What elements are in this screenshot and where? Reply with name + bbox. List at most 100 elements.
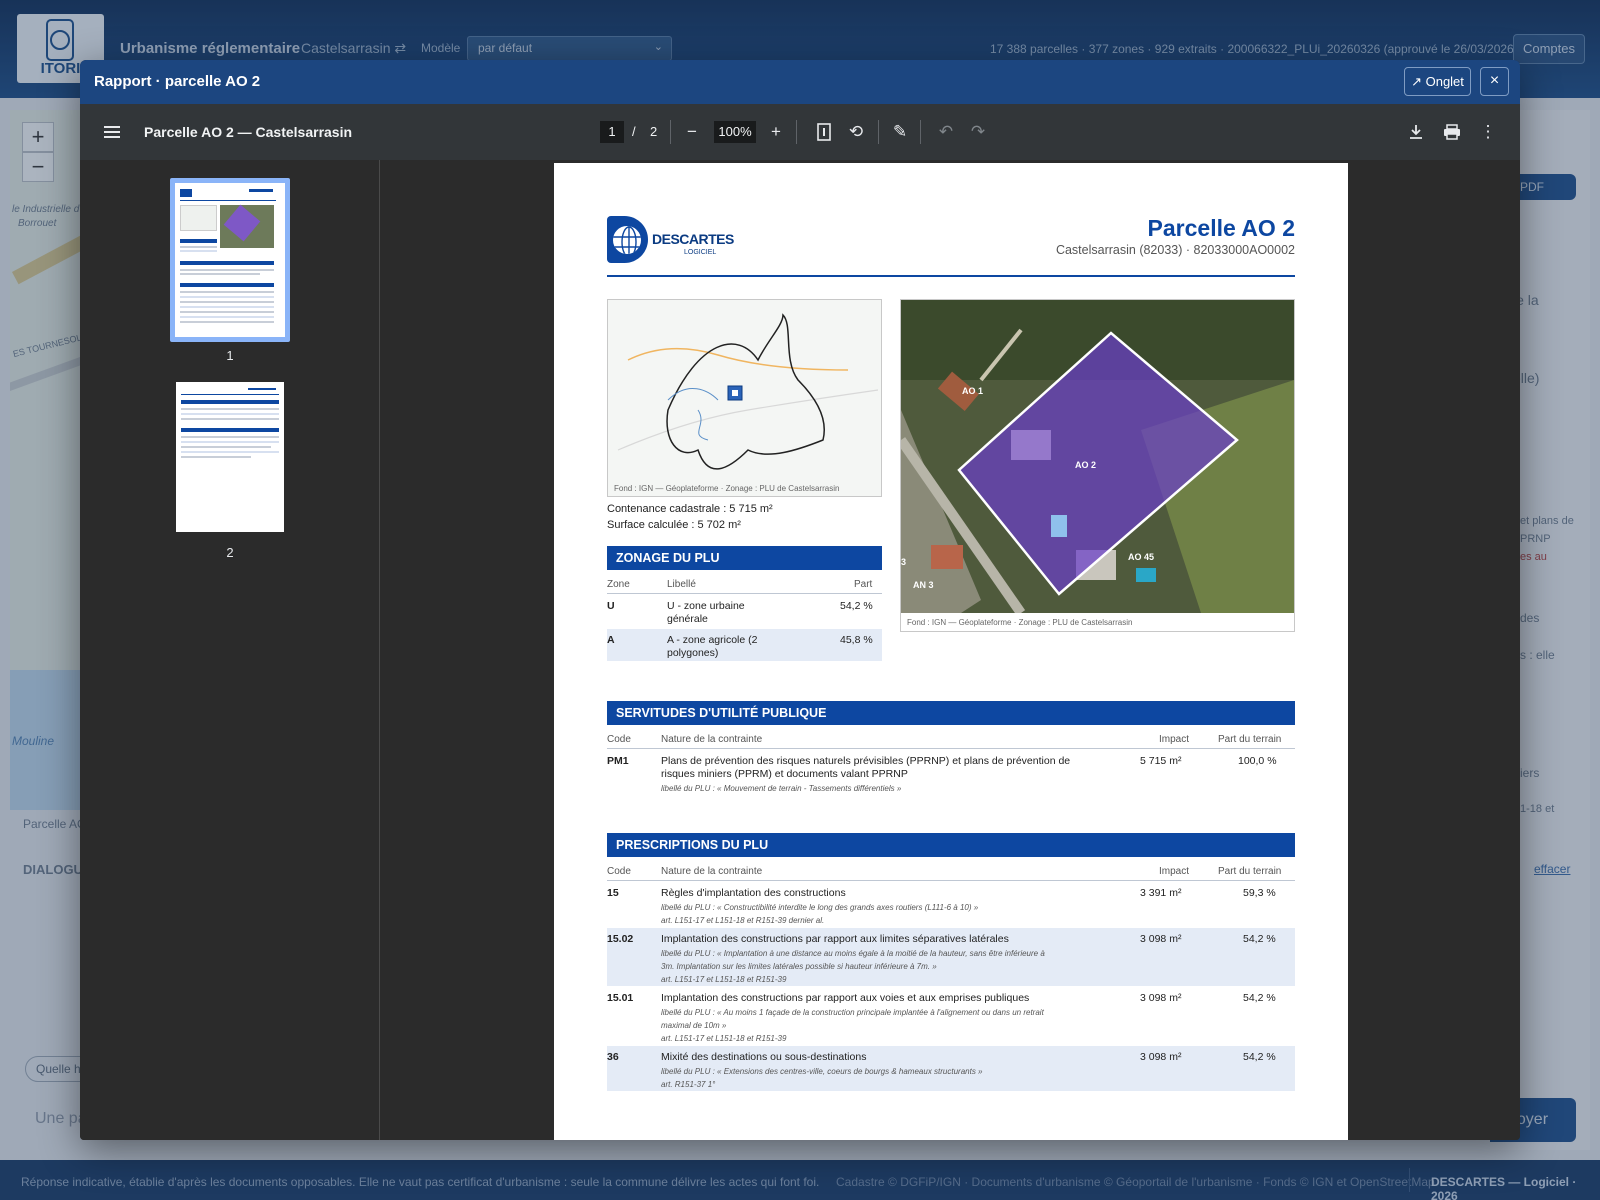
parcel-label-an3: AN 3 — [913, 580, 934, 590]
menu-icon[interactable] — [100, 120, 124, 144]
zone-code: U — [607, 600, 615, 612]
column-header: Part du terrain — [1218, 734, 1282, 745]
table-rule — [607, 593, 882, 594]
prescription-note: libellé du PLU : « Constructibilité inte… — [661, 903, 979, 912]
prescription-nature: Mixité des destinations ou sous-destinat… — [661, 1051, 867, 1063]
servitudes-heading: SERVITUDES D'UTILITÉ PUBLIQUE — [607, 701, 1295, 725]
thumbnail-preview — [175, 183, 285, 337]
print-icon[interactable] — [1440, 120, 1464, 144]
column-header: Libellé — [667, 579, 696, 590]
pdf-page-1: DESCARTES LOGICIEL Parcelle AO 2 Castels… — [554, 163, 1348, 1140]
toolbar-divider — [796, 120, 797, 144]
prescription-part: 54,2 % — [1243, 1051, 1276, 1063]
open-in-tab-button[interactable]: ↗ Onglet — [1404, 67, 1471, 96]
surface-calculee: Surface calculée : 5 702 m² — [607, 519, 741, 531]
prescription-impact: 3 391 m² — [1140, 887, 1182, 899]
column-header: Code — [607, 866, 631, 877]
zonage-heading: ZONAGE DU PLU — [607, 546, 882, 570]
prescription-note: libellé du PLU : « Au moins 1 façade de … — [661, 1008, 1044, 1030]
logo-brand: DESCARTES — [652, 231, 734, 247]
servitude-note: libellé du PLU : « Mouvement de terrain … — [661, 784, 902, 793]
thumbnail-number: 2 — [226, 545, 234, 560]
fit-page-icon[interactable] — [812, 120, 836, 144]
photo-caption: Fond : IGN — Géoplateforme · Zonage : PL… — [907, 618, 1133, 627]
column-header: Nature de la contrainte — [661, 734, 763, 745]
column-header: Zone — [607, 579, 630, 590]
zone-part: 45,8 % — [840, 634, 873, 646]
parcel-label-ao1: AO 1 — [962, 386, 984, 396]
modal-title: Rapport · parcelle AO 2 — [94, 73, 261, 90]
thumbnail-preview — [176, 382, 284, 532]
prescription-part: 54,2 % — [1243, 992, 1276, 1004]
page-number-input[interactable]: 1 — [600, 121, 624, 143]
prescription-ref: art. L151-17 et L151-18 et R151-39 — [661, 1034, 787, 1043]
modal-header: Rapport · parcelle AO 2 ↗ Onglet × — [80, 60, 1520, 104]
servitude-code: PM1 — [607, 755, 629, 767]
minus-icon[interactable]: − — [680, 120, 704, 144]
annotate-icon[interactable]: ✎ — [888, 120, 912, 144]
close-icon[interactable]: × — [1480, 67, 1509, 96]
column-header: Part du terrain — [1218, 866, 1282, 877]
zone-part: 54,2 % — [840, 600, 873, 612]
toolbar-divider — [878, 120, 879, 144]
zone-code: A — [607, 634, 615, 646]
table-rule — [607, 880, 1295, 881]
column-header: Nature de la contrainte — [661, 866, 763, 877]
table-rule — [607, 748, 1295, 749]
commune-map — [617, 313, 879, 470]
aerial-photo-frame: AO 1 AO 2 AO 45 AN 3 3 Fond : IGN — Géop… — [900, 299, 1295, 632]
aerial-photo: AO 1 AO 2 AO 45 AN 3 3 — [901, 300, 1294, 613]
prescription-impact: 3 098 m² — [1140, 992, 1182, 1004]
globe-logo-icon — [607, 216, 648, 263]
zoom-input[interactable]: 100% — [714, 121, 756, 143]
prescription-code: 15.01 — [607, 992, 634, 1004]
undo-icon[interactable]: ↶ — [934, 120, 958, 144]
prescription-part: 54,2 % — [1243, 933, 1276, 945]
servitude-impact: 5 715 m² — [1140, 755, 1182, 767]
servitude-nature: Plans de prévention des risques naturels… — [661, 755, 1071, 780]
report-title: Parcelle AO 2 — [1147, 215, 1295, 241]
pdf-document-area[interactable]: DESCARTES LOGICIEL Parcelle AO 2 Castels… — [380, 160, 1520, 1140]
prescription-nature: Règles d'implantation des constructions — [661, 887, 846, 899]
download-icon[interactable] — [1404, 120, 1428, 144]
prescription-code: 15.02 — [607, 933, 634, 945]
contenance-cadastrale: Contenance cadastrale : 5 715 m² — [607, 503, 773, 515]
locator-map: Fond : IGN — Géoplateforme · Zonage : PL… — [607, 299, 882, 497]
column-header: Part — [854, 579, 873, 590]
thumbnail-pane: 1 2 — [80, 160, 380, 1140]
thumbnail-number: 1 — [226, 348, 234, 363]
more-icon[interactable]: ⋮ — [1476, 120, 1500, 144]
prescription-ref: art. L151-17 et L151-18 et R151-39 — [661, 975, 787, 984]
plus-icon[interactable]: + — [764, 120, 788, 144]
prescriptions-heading: PRESCRIPTIONS DU PLU — [607, 833, 1295, 857]
thumbnail-page-1[interactable] — [170, 178, 290, 342]
servitude-part: 100,0 % — [1238, 755, 1277, 767]
pdf-document-title: Parcelle AO 2 — Castelsarrasin — [144, 124, 353, 140]
prescription-code: 36 — [607, 1051, 619, 1063]
map-caption: Fond : IGN — Géoplateforme · Zonage : PL… — [614, 484, 840, 493]
prescription-part: 59,3 % — [1243, 887, 1276, 899]
toolbar-divider — [670, 120, 671, 144]
prescription-code: 15 — [607, 887, 619, 899]
pdf-toolbar: Parcelle AO 2 — Castelsarrasin 1 / 2 − 1… — [80, 104, 1520, 160]
thumbnail-page-2[interactable] — [176, 382, 284, 532]
column-header: Impact — [1159, 734, 1190, 745]
toolbar-divider — [920, 120, 921, 144]
prescription-impact: 3 098 m² — [1140, 933, 1182, 945]
redo-icon[interactable]: ↷ — [966, 120, 990, 144]
page-separator: / — [632, 124, 636, 139]
prescription-ref: art. R151-37 1° — [661, 1080, 716, 1089]
zone-label: U - zone urbaine générale — [667, 600, 745, 625]
logo-subbrand: LOGICIEL — [684, 249, 717, 256]
prescription-note: libellé du PLU : « Extensions des centre… — [661, 1067, 983, 1076]
parcel-label-3: 3 — [901, 557, 907, 567]
prescription-impact: 3 098 m² — [1140, 1051, 1182, 1063]
report-modal: Rapport · parcelle AO 2 ↗ Onglet × Parce… — [80, 60, 1520, 1140]
report-subtitle: Castelsarrasin (82033) · 82033000AO0002 — [1055, 243, 1295, 257]
column-header: Impact — [1159, 866, 1190, 877]
descartes-logo: DESCARTES LOGICIEL — [607, 216, 734, 264]
prescription-ref: art. L151-17 et L151-18 et R151-39 derni… — [661, 916, 825, 925]
rotate-icon[interactable]: ⟲ — [844, 120, 868, 144]
parcel-label-ao2: AO 2 — [1075, 460, 1097, 470]
zone-label: A - zone agricole (2 polygones) — [667, 634, 758, 659]
